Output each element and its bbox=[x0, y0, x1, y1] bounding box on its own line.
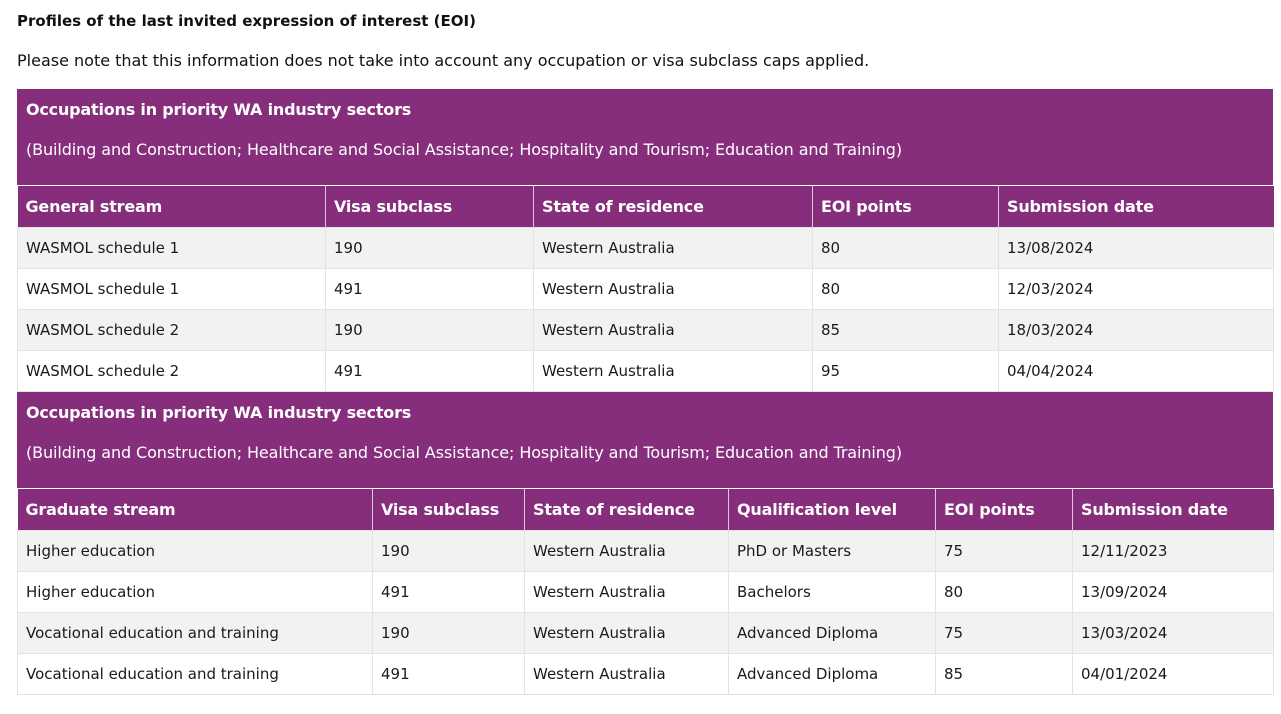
cell-stream: WASMOL schedule 1 bbox=[17, 226, 326, 269]
cell-eoi-points: 75 bbox=[935, 529, 1073, 572]
cell-qualification: PhD or Masters bbox=[728, 529, 936, 572]
cell-stream: Higher education bbox=[17, 529, 373, 572]
cell-eoi-points: 95 bbox=[812, 349, 999, 392]
cell-visa-subclass: 491 bbox=[372, 570, 525, 613]
cell-qualification: Advanced Diploma bbox=[728, 611, 936, 654]
cell-visa-subclass: 190 bbox=[325, 308, 534, 351]
cell-submission-date: 13/09/2024 bbox=[1072, 570, 1274, 613]
general-header-stream: General stream bbox=[17, 186, 326, 227]
cell-eoi-points: 75 bbox=[935, 611, 1073, 654]
general-header-submission-date: Submission date bbox=[998, 186, 1274, 227]
graduate-header-qualification: Qualification level bbox=[728, 489, 936, 530]
graduate-stream-table: Graduate stream Visa subclass State of r… bbox=[17, 489, 1274, 695]
general-section-banner: Occupations in priority WA industry sect… bbox=[17, 89, 1273, 186]
cell-stream: WASMOL schedule 2 bbox=[17, 349, 326, 392]
cell-submission-date: 04/04/2024 bbox=[998, 349, 1274, 392]
cell-visa-subclass: 491 bbox=[372, 652, 525, 695]
cell-state: Western Australia bbox=[524, 611, 729, 654]
cell-eoi-points: 85 bbox=[935, 652, 1073, 695]
cell-submission-date: 13/08/2024 bbox=[998, 226, 1274, 269]
table-row: Higher education 190 Western Australia P… bbox=[17, 529, 1274, 572]
table-row: WASMOL schedule 2 190 Western Australia … bbox=[17, 308, 1274, 351]
graduate-table-header-row: Graduate stream Visa subclass State of r… bbox=[17, 489, 1274, 530]
general-banner-title: Occupations in priority WA industry sect… bbox=[26, 100, 412, 119]
table-row: WASMOL schedule 1 491 Western Australia … bbox=[17, 267, 1274, 310]
cell-stream: WASMOL schedule 2 bbox=[17, 308, 326, 351]
cell-visa-subclass: 491 bbox=[325, 267, 534, 310]
cell-stream: WASMOL schedule 1 bbox=[17, 267, 326, 310]
table-row: Higher education 491 Western Australia B… bbox=[17, 570, 1274, 613]
graduate-banner-subtitle: (Building and Construction; Healthcare a… bbox=[26, 443, 902, 462]
cell-state: Western Australia bbox=[533, 267, 813, 310]
cell-eoi-points: 80 bbox=[812, 226, 999, 269]
cell-submission-date: 18/03/2024 bbox=[998, 308, 1274, 351]
cell-eoi-points: 80 bbox=[935, 570, 1073, 613]
graduate-header-eoi-points: EOI points bbox=[935, 489, 1073, 530]
cell-visa-subclass: 190 bbox=[372, 611, 525, 654]
graduate-header-stream: Graduate stream bbox=[17, 489, 373, 530]
cell-stream: Higher education bbox=[17, 570, 373, 613]
graduate-header-state: State of residence bbox=[524, 489, 729, 530]
cell-state: Western Australia bbox=[524, 570, 729, 613]
cell-visa-subclass: 190 bbox=[372, 529, 525, 572]
cell-qualification: Advanced Diploma bbox=[728, 652, 936, 695]
table-row: WASMOL schedule 2 491 Western Australia … bbox=[17, 349, 1274, 392]
general-header-state: State of residence bbox=[533, 186, 813, 227]
cell-state: Western Australia bbox=[533, 349, 813, 392]
general-header-visa-subclass: Visa subclass bbox=[325, 186, 534, 227]
graduate-stream-section: Occupations in priority WA industry sect… bbox=[17, 392, 1274, 695]
cell-state: Western Australia bbox=[524, 652, 729, 695]
table-row: WASMOL schedule 1 190 Western Australia … bbox=[17, 226, 1274, 269]
page-heading: Profiles of the last invited expression … bbox=[17, 12, 476, 30]
general-stream-table: General stream Visa subclass State of re… bbox=[17, 186, 1274, 392]
cell-qualification: Bachelors bbox=[728, 570, 936, 613]
page-note: Please note that this information does n… bbox=[17, 51, 870, 70]
cell-stream: Vocational education and training bbox=[17, 652, 373, 695]
cell-stream: Vocational education and training bbox=[17, 611, 373, 654]
cell-eoi-points: 80 bbox=[812, 267, 999, 310]
cell-state: Western Australia bbox=[533, 308, 813, 351]
cell-visa-subclass: 190 bbox=[325, 226, 534, 269]
cell-submission-date: 12/11/2023 bbox=[1072, 529, 1274, 572]
cell-visa-subclass: 491 bbox=[325, 349, 534, 392]
table-row: Vocational education and training 190 We… bbox=[17, 611, 1274, 654]
cell-eoi-points: 85 bbox=[812, 308, 999, 351]
general-stream-section: Occupations in priority WA industry sect… bbox=[17, 89, 1274, 392]
graduate-header-visa-subclass: Visa subclass bbox=[372, 489, 525, 530]
table-row: Vocational education and training 491 We… bbox=[17, 652, 1274, 695]
general-banner-subtitle: (Building and Construction; Healthcare a… bbox=[26, 140, 902, 159]
cell-state: Western Australia bbox=[533, 226, 813, 269]
cell-state: Western Australia bbox=[524, 529, 729, 572]
graduate-section-banner: Occupations in priority WA industry sect… bbox=[17, 392, 1273, 489]
cell-submission-date: 12/03/2024 bbox=[998, 267, 1274, 310]
general-table-header-row: General stream Visa subclass State of re… bbox=[17, 186, 1274, 227]
graduate-header-submission-date: Submission date bbox=[1072, 489, 1274, 530]
cell-submission-date: 13/03/2024 bbox=[1072, 611, 1274, 654]
cell-submission-date: 04/01/2024 bbox=[1072, 652, 1274, 695]
general-header-eoi-points: EOI points bbox=[812, 186, 999, 227]
graduate-banner-title: Occupations in priority WA industry sect… bbox=[26, 403, 412, 422]
